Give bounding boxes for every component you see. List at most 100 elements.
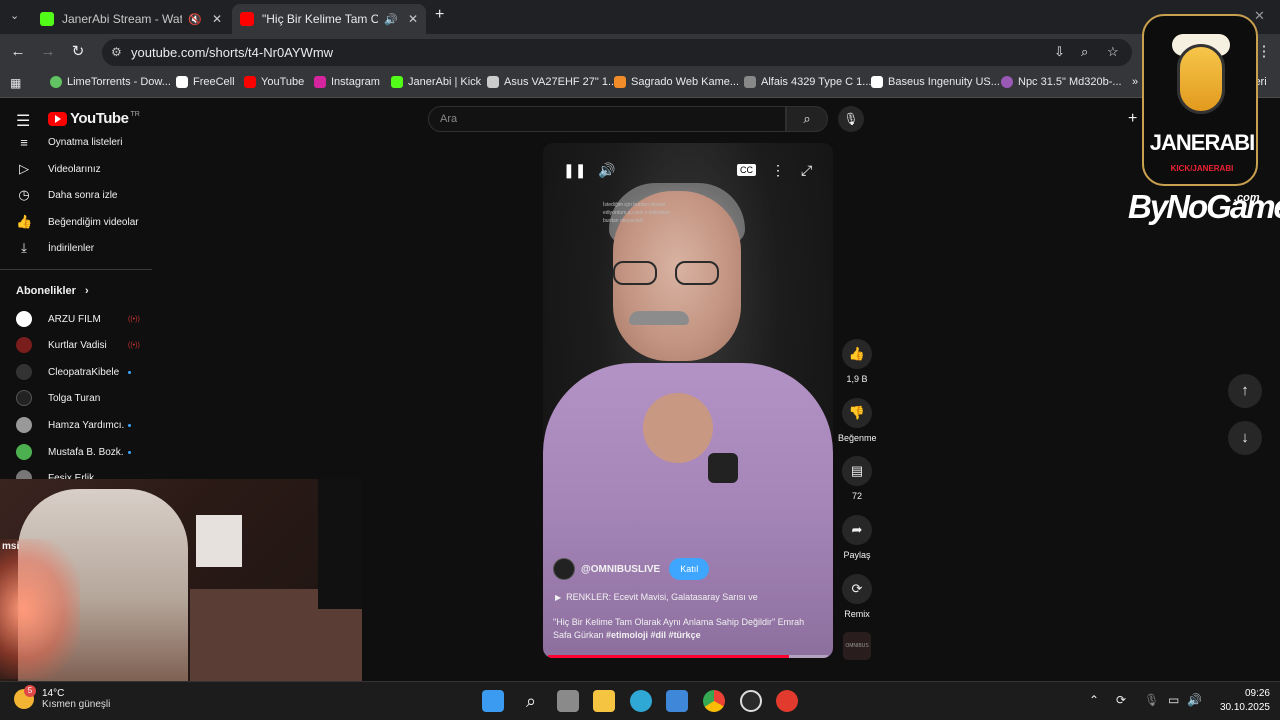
chrome-icon[interactable] — [703, 690, 725, 712]
share-button[interactable]: ➦ Paylaş — [838, 515, 876, 560]
create-button[interactable]: + — [1128, 110, 1137, 128]
next-short-button[interactable]: ↓ — [1228, 421, 1262, 455]
amazon-icon — [871, 76, 883, 88]
subscriptions-heading[interactable]: Abonelikler › — [16, 285, 89, 297]
apps-grid-icon[interactable]: ▦ — [10, 76, 21, 90]
webcam-table — [196, 515, 242, 567]
fullscreen-icon[interactable]: ⤢ — [801, 162, 812, 179]
sponsor-suffix: .com — [1234, 192, 1260, 204]
voice-search-button[interactable]: 🎙 — [838, 106, 864, 132]
address-bar[interactable]: ⚙ youtube.com/shorts/t4-Nr0AYWmw ⇩ ⌕ ☆ — [102, 39, 1132, 66]
video-progress-bar[interactable] — [548, 655, 828, 658]
subscription-item[interactable]: Mustafa B. Bozk... — [16, 439, 152, 465]
tab-youtube-short[interactable]: "Hiç Bir Kelime Tam Olarak Aynı 🔊 ✕ — [232, 4, 426, 34]
channel-name: Mustafa B. Bozk... — [48, 446, 124, 458]
subscriptions-title: Abonelikler — [16, 285, 76, 297]
bookmark-sagrado[interactable]: Sagrado Web Kame... — [614, 76, 739, 88]
more-options-icon[interactable]: ⋮ — [771, 162, 785, 179]
bookmark-instagram[interactable]: Instagram — [314, 76, 380, 88]
url-text[interactable]: youtube.com/shorts/t4-Nr0AYWmw — [131, 45, 333, 60]
zoom-icon[interactable]: ⌕ — [1081, 44, 1088, 60]
search-input[interactable]: Ara — [428, 106, 786, 132]
hamburger-menu-icon[interactable]: ☰ — [16, 111, 30, 131]
bookmark-star-icon[interactable]: ☆ — [1107, 44, 1119, 60]
sidebar-item-your-videos[interactable]: ▷ Videolarınız — [16, 156, 152, 182]
sound-channel-thumbnail[interactable]: OMNIBUS — [843, 632, 871, 660]
reload-icon[interactable]: ↻ — [68, 42, 88, 62]
new-content-dot — [128, 370, 131, 374]
mic-tray-icon[interactable]: 🎙 — [1144, 693, 1159, 707]
speaker-icon[interactable]: 🔊 — [384, 13, 398, 26]
webcam-overlay: msi — [0, 479, 362, 681]
closed-captions-icon[interactable]: CC — [737, 164, 756, 176]
volume-tray-icon[interactable]: 🔊 — [1187, 693, 1202, 707]
taskbar-search-icon[interactable]: ⌕ — [520, 690, 542, 712]
subscription-item[interactable]: Kurtlar Vadisi ((•)) — [16, 332, 152, 358]
search-icon: ⌕ — [803, 111, 811, 126]
tray-overflow-chevron-icon[interactable]: ⌃ — [1089, 693, 1099, 707]
bookmark-youtube[interactable]: YouTube — [244, 76, 304, 88]
play-triangle-icon: ▶ — [555, 592, 562, 602]
task-view-icon[interactable] — [557, 690, 579, 712]
youtube-logo[interactable]: YouTube TR — [48, 110, 140, 127]
subscription-item[interactable]: ARZU FİLM ((•)) — [16, 306, 152, 332]
bookmark-asus[interactable]: Asus VA27EHF 27" 1... — [487, 76, 617, 88]
sync-icon[interactable]: ⟳ — [1116, 693, 1126, 707]
bookmarks-overflow-chevron-icon[interactable]: » — [1132, 76, 1138, 88]
volume-icon[interactable]: 🔊 — [598, 162, 615, 179]
bookmark-limetorrents[interactable]: LimeTorrents - Dow... — [50, 76, 171, 88]
channel-avatar[interactable] — [553, 558, 575, 580]
bookmark-alfais[interactable]: Alfais 4329 Type C 1... — [744, 76, 871, 88]
steam-icon[interactable] — [740, 690, 762, 712]
join-button[interactable]: Katıl — [669, 558, 710, 580]
back-arrow-icon[interactable]: ← — [8, 42, 28, 62]
sidebar-item-playlists[interactable]: ≡ Oynatma listeleri — [16, 129, 152, 155]
forward-arrow-icon[interactable]: → — [38, 42, 58, 62]
bookmark-freecell[interactable]: FreeCell — [176, 76, 235, 88]
file-explorer-icon[interactable] — [593, 690, 615, 712]
browser-toolbar: ← → ↻ ⚙ youtube.com/shorts/t4-Nr0AYWmw ⇩… — [0, 34, 1280, 70]
system-clock[interactable]: 09:26 30.10.2025 — [1206, 687, 1270, 715]
pause-icon[interactable]: ❚❚ — [563, 162, 586, 179]
close-tab-icon[interactable]: ✕ — [408, 12, 418, 26]
search-button[interactable]: ⌕ — [786, 106, 828, 132]
sidebar-item-downloads[interactable]: ⤓ İndirilenler — [16, 235, 152, 261]
thumbs-up-icon: 👍 — [16, 214, 33, 229]
channel-name: CleopatraKibele — [48, 366, 120, 378]
subscription-item[interactable]: Hamza Yardımcı... — [16, 412, 152, 438]
new-tab-button[interactable]: + — [435, 6, 444, 24]
video-description[interactable]: "Hiç Bir Kelime Tam Olarak Aynı Anlama S… — [553, 616, 825, 642]
subscription-item[interactable]: CleopatraKibele — [16, 359, 152, 385]
weather-widget[interactable]: 5 14°C Kısmen güneşli — [14, 685, 110, 710]
edge-browser-icon[interactable] — [630, 690, 652, 712]
sidebar-item-liked-videos[interactable]: 👍 Beğendiğim videolar — [16, 209, 152, 235]
muted-speaker-icon[interactable]: 🔇 — [188, 13, 202, 26]
bookmark-janerabi-kick[interactable]: JanerAbi | Kick — [391, 76, 481, 88]
shorts-video-player[interactable]: İstediğim için burdan devam ediyordum şu… — [543, 143, 833, 658]
like-button[interactable]: 👍 1,9 B — [838, 339, 876, 384]
dislike-button[interactable]: 👎 Beğenme — [838, 398, 877, 443]
subscription-item[interactable]: Tolga Turan — [16, 385, 152, 411]
install-app-icon[interactable]: ⇩ — [1054, 44, 1065, 60]
tab-janerabi-stream[interactable]: JanerAbi Stream - Watch Live 🔇 ✕ — [32, 4, 230, 34]
new-content-dot — [128, 423, 131, 427]
remix-button[interactable]: ⟳ Remix — [838, 574, 876, 619]
freecell-icon — [176, 76, 188, 88]
bookmark-baseus[interactable]: Baseus Ingenuity US... — [871, 76, 1000, 88]
previous-short-button[interactable]: ↑ — [1228, 374, 1262, 408]
site-info-icon[interactable]: ⚙ — [111, 45, 122, 59]
microsoft-store-icon[interactable] — [666, 690, 688, 712]
windows-start-icon[interactable] — [482, 690, 504, 712]
window-close-icon[interactable]: ✕ — [1254, 8, 1265, 24]
tab-search-chevron-icon[interactable]: ⌄ — [10, 9, 19, 22]
channel-handle[interactable]: @OMNIBUSLIVE — [581, 564, 660, 575]
bookmark-npc[interactable]: Npc 31.5" Md320b-... — [1001, 76, 1122, 88]
comments-button[interactable]: ▤ 72 — [838, 456, 876, 501]
close-tab-icon[interactable]: ✕ — [212, 12, 222, 26]
network-icon[interactable]: ▭ — [1168, 693, 1179, 707]
sidebar-item-watch-later[interactable]: ◷ Daha sonra izle — [16, 182, 152, 208]
country-code: TR — [130, 111, 140, 118]
music-row[interactable]: ▶ RENKLER: Ecevit Mavisi, Galatasaray Sa… — [555, 592, 758, 602]
red-app-icon[interactable] — [776, 690, 798, 712]
hashtags[interactable]: #etimoloji #dil #türkçe — [606, 630, 701, 640]
